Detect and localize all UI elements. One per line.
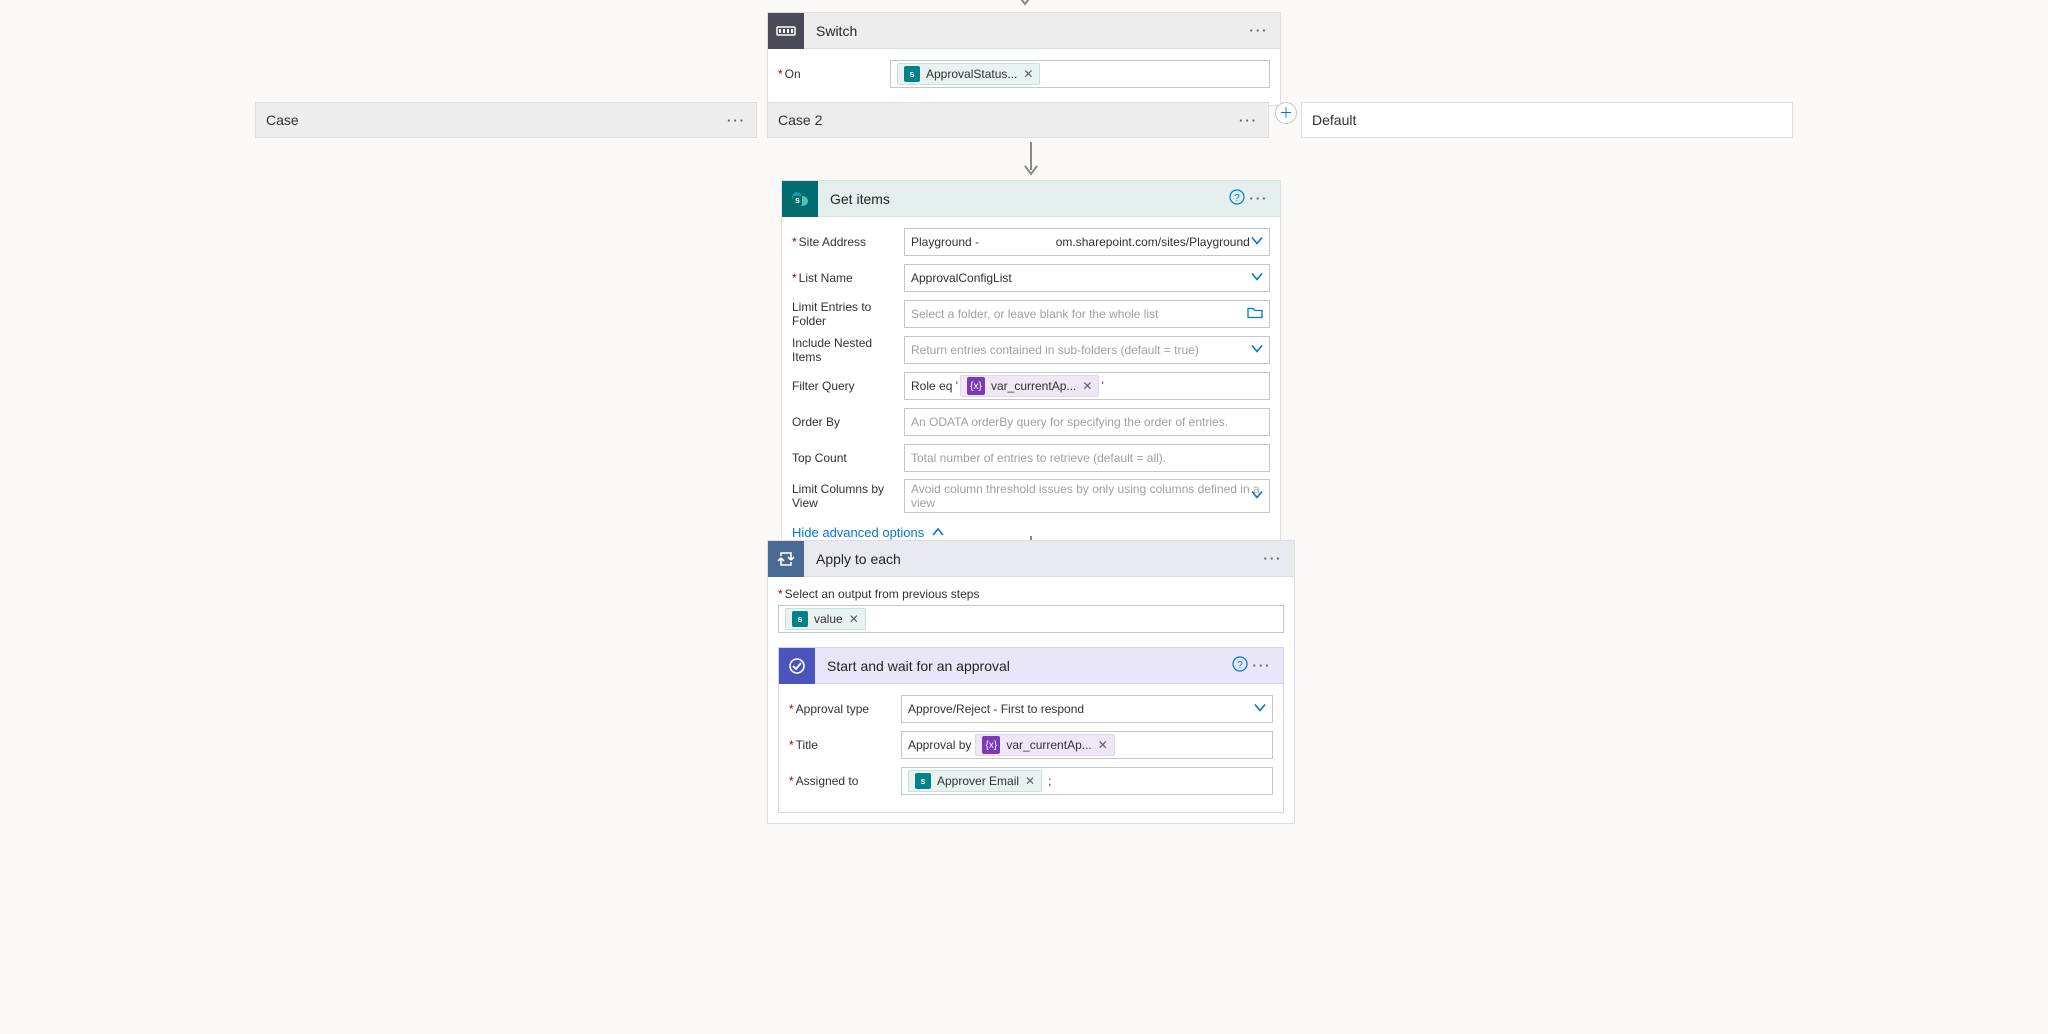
chevron-up-icon	[932, 525, 944, 540]
svg-text:?: ?	[1237, 660, 1243, 671]
limit-cols-input[interactable]: Avoid column threshold issues by only us…	[904, 479, 1270, 513]
switch-icon	[768, 13, 804, 49]
case2-title: Case 2	[778, 112, 1239, 128]
chevron-down-icon[interactable]	[1251, 235, 1263, 250]
list-name-input[interactable]: ApprovalConfigList	[904, 264, 1270, 292]
token-label: var_currentAp...	[991, 379, 1076, 393]
switch-on-input[interactable]: s ApprovalStatus... ✕	[890, 60, 1270, 88]
start-approval-action-card[interactable]: Start and wait for an approval ? ··· *Ap…	[778, 647, 1284, 813]
help-icon[interactable]: ?	[1226, 189, 1248, 208]
sharepoint-icon: s	[904, 66, 920, 82]
get-items-header[interactable]: S Get items ? ···	[782, 181, 1280, 217]
help-icon[interactable]: ?	[1229, 656, 1251, 675]
include-nested-label: Include Nested Items	[792, 336, 904, 364]
chevron-down-icon[interactable]	[1254, 702, 1266, 717]
remove-token-icon[interactable]: ✕	[1098, 738, 1108, 752]
var-current-approver-token[interactable]: {x} var_currentAp... ✕	[960, 375, 1099, 397]
remove-token-icon[interactable]: ✕	[1023, 67, 1033, 81]
default-title: Default	[1312, 112, 1356, 128]
connector-arrow-icon	[1021, 142, 1041, 180]
switch-on-label: *On	[778, 67, 890, 81]
approval-icon	[779, 648, 815, 684]
get-items-action-card[interactable]: S Get items ? ··· *Site Address Playgrou…	[781, 180, 1281, 551]
remove-token-icon[interactable]: ✕	[1025, 774, 1035, 788]
case2-menu-button[interactable]: ···	[1239, 113, 1258, 128]
hide-advanced-options-link[interactable]: Hide advanced options	[792, 525, 944, 540]
switch-header[interactable]: Switch ···	[768, 13, 1280, 49]
apply-to-each-card[interactable]: Apply to each ··· *Select an output from…	[767, 540, 1295, 824]
approval-type-input[interactable]: Approve/Reject - First to respond	[901, 695, 1273, 723]
case-title: Case	[266, 112, 727, 128]
top-count-input[interactable]: Total number of entries to retrieve (def…	[904, 444, 1270, 472]
loop-icon	[768, 541, 804, 577]
sharepoint-icon: S	[782, 181, 818, 217]
list-name-label: *List Name	[792, 271, 904, 285]
chevron-down-icon[interactable]	[1251, 343, 1263, 358]
remove-token-icon[interactable]: ✕	[1082, 379, 1092, 393]
case-branch-header[interactable]: Case ···	[255, 102, 757, 138]
remove-token-icon[interactable]: ✕	[849, 612, 859, 626]
limit-folder-input[interactable]: Select a folder, or leave blank for the …	[904, 300, 1270, 328]
token-label: ApprovalStatus...	[926, 67, 1017, 81]
switch-action-card[interactable]: Switch ··· *On s ApprovalStatus... ✕	[767, 12, 1281, 106]
folder-icon[interactable]	[1247, 306, 1263, 323]
start-approval-title: Start and wait for an approval	[815, 658, 1229, 674]
start-approval-menu-button[interactable]: ···	[1251, 658, 1273, 673]
switch-menu-button[interactable]: ···	[1248, 23, 1270, 38]
approval-title-input[interactable]: Approval by {x} var_currentAp... ✕	[901, 731, 1273, 759]
default-branch-header[interactable]: Default	[1301, 102, 1793, 138]
token-label: value	[814, 612, 843, 626]
approval-title-label: *Title	[789, 738, 901, 752]
include-nested-input[interactable]: Return entries contained in sub-folders …	[904, 336, 1270, 364]
switch-title: Switch	[804, 23, 1248, 39]
top-count-label: Top Count	[792, 451, 904, 465]
apply-to-each-title: Apply to each	[804, 551, 1262, 567]
get-items-menu-button[interactable]: ···	[1248, 191, 1270, 206]
order-by-label: Order By	[792, 415, 904, 429]
limit-cols-label: Limit Columns by View	[792, 482, 904, 510]
site-address-input[interactable]: Playground - om.sharepoint.com/sites/Pla…	[904, 228, 1270, 256]
case-menu-button[interactable]: ···	[727, 113, 746, 128]
sharepoint-icon: s	[792, 611, 808, 627]
value-token[interactable]: s value ✕	[785, 608, 866, 630]
select-output-label: *Select an output from previous steps	[778, 587, 1284, 601]
apply-to-each-header[interactable]: Apply to each ···	[768, 541, 1294, 577]
token-label: var_currentAp...	[1006, 738, 1091, 752]
get-items-title: Get items	[818, 191, 1226, 207]
filter-query-label: Filter Query	[792, 379, 904, 393]
filter-query-input[interactable]: Role eq ' {x} var_currentAp... ✕ '	[904, 372, 1270, 400]
approval-type-label: *Approval type	[789, 702, 901, 716]
start-approval-header[interactable]: Start and wait for an approval ? ···	[779, 648, 1283, 684]
chevron-down-icon[interactable]	[1251, 489, 1263, 504]
token-label: Approver Email	[937, 774, 1019, 788]
assigned-to-label: *Assigned to	[789, 774, 901, 788]
plus-icon: ＋	[1275, 102, 1297, 124]
limit-folder-label: Limit Entries to Folder	[792, 300, 904, 328]
apply-to-each-menu-button[interactable]: ···	[1262, 551, 1284, 566]
svg-text:S: S	[795, 198, 800, 205]
chevron-down-icon[interactable]	[1251, 271, 1263, 286]
variable-icon: {x}	[967, 377, 985, 395]
case2-branch-header[interactable]: Case 2 ···	[767, 102, 1269, 138]
add-case-button[interactable]: ＋	[1275, 102, 1297, 124]
select-output-input[interactable]: s value ✕	[778, 605, 1284, 633]
site-address-label: *Site Address	[792, 235, 904, 249]
svg-text:?: ?	[1234, 193, 1240, 204]
assigned-to-input[interactable]: s Approver Email ✕ ;	[901, 767, 1273, 795]
variable-icon: {x}	[982, 736, 1000, 754]
approval-status-token[interactable]: s ApprovalStatus... ✕	[897, 63, 1040, 85]
var-current-approver-token[interactable]: {x} var_currentAp... ✕	[975, 734, 1114, 756]
approver-email-token[interactable]: s Approver Email ✕	[908, 770, 1042, 792]
order-by-input[interactable]: An ODATA orderBy query for specifying th…	[904, 408, 1270, 436]
sharepoint-icon: s	[915, 773, 931, 789]
